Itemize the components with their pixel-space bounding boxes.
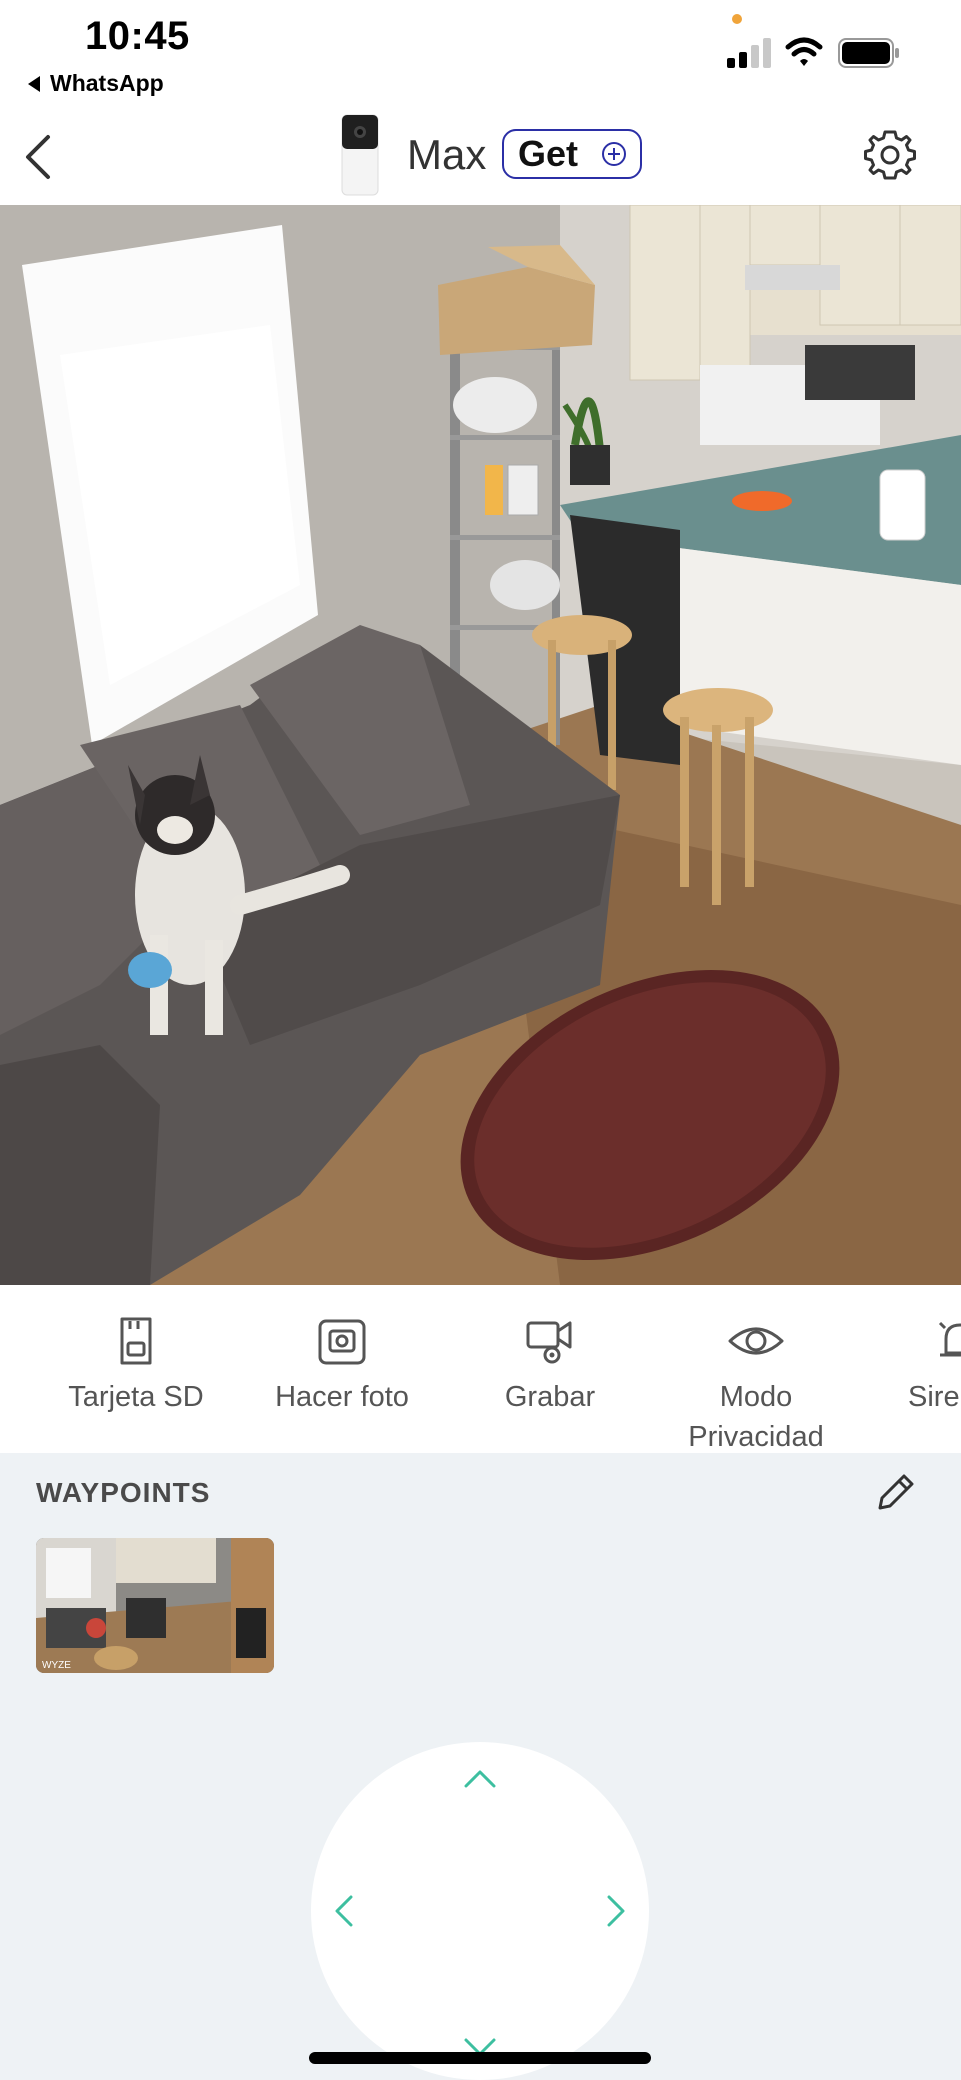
camera-controls-row: Tarjeta SD Hacer foto Grabar Modo Privac… (0, 1285, 961, 1453)
privacy-mode-button[interactable]: Modo Privacidad (666, 1285, 846, 1453)
waypoint-thumbnail[interactable]: WYZE (36, 1538, 274, 1673)
thumbnail-watermark: WYZE (42, 1660, 71, 1671)
sd-card-button[interactable]: Tarjeta SD (56, 1285, 216, 1453)
camera-device-icon (341, 114, 379, 196)
camera-icon (318, 1319, 366, 1365)
back-app-label: WhatsApp (50, 70, 164, 96)
back-to-app-link[interactable]: WhatsApp (28, 70, 164, 97)
get-label: Get (518, 133, 579, 174)
chevron-left-icon[interactable] (323, 1889, 367, 1933)
waypoints-title: WAYPOINTS (36, 1477, 211, 1508)
take-photo-label: Hacer foto (275, 1381, 409, 1413)
chevron-up-icon[interactable] (458, 1758, 502, 1802)
get-plus-button[interactable]: Get (502, 129, 642, 179)
take-photo-button[interactable]: Hacer foto (262, 1285, 422, 1453)
plus-circle-icon (602, 142, 626, 166)
home-indicator[interactable] (309, 2052, 651, 2064)
wifi-icon (785, 37, 823, 66)
siren-icon (938, 1321, 961, 1357)
waypoint-thumbnail-image: WYZE (36, 1538, 274, 1673)
back-triangle-icon (28, 75, 40, 92)
record-video-icon (526, 1321, 572, 1364)
device-name: Max (407, 131, 487, 178)
cellular-signal-icon (727, 38, 771, 68)
gear-icon[interactable] (862, 127, 918, 183)
privacy-indicator-dot (732, 14, 742, 24)
status-time: 10:45 (85, 14, 190, 58)
pan-tilt-control-pad[interactable] (311, 1742, 649, 2080)
record-label: Grabar (504, 1381, 596, 1413)
battery-icon (838, 38, 899, 68)
camera-scene-image (0, 205, 961, 1285)
record-button[interactable]: Grabar (470, 1285, 630, 1453)
top-nav-bar: Max Get (0, 105, 961, 205)
back-chevron-icon[interactable] (14, 127, 64, 187)
siren-label: Sire (908, 1381, 960, 1413)
eye-icon (728, 1327, 784, 1355)
siren-button[interactable]: Sire (880, 1285, 961, 1453)
sd-card-label: Tarjeta SD (68, 1381, 204, 1413)
live-camera-feed[interactable] (0, 205, 961, 1285)
privacy-mode-label: Modo Privacidad (688, 1381, 824, 1453)
sd-card-icon (120, 1317, 152, 1365)
status-bar: 10:45 WhatsApp (0, 0, 961, 105)
chevron-right-icon[interactable] (593, 1889, 637, 1933)
pencil-icon[interactable] (872, 1470, 918, 1516)
